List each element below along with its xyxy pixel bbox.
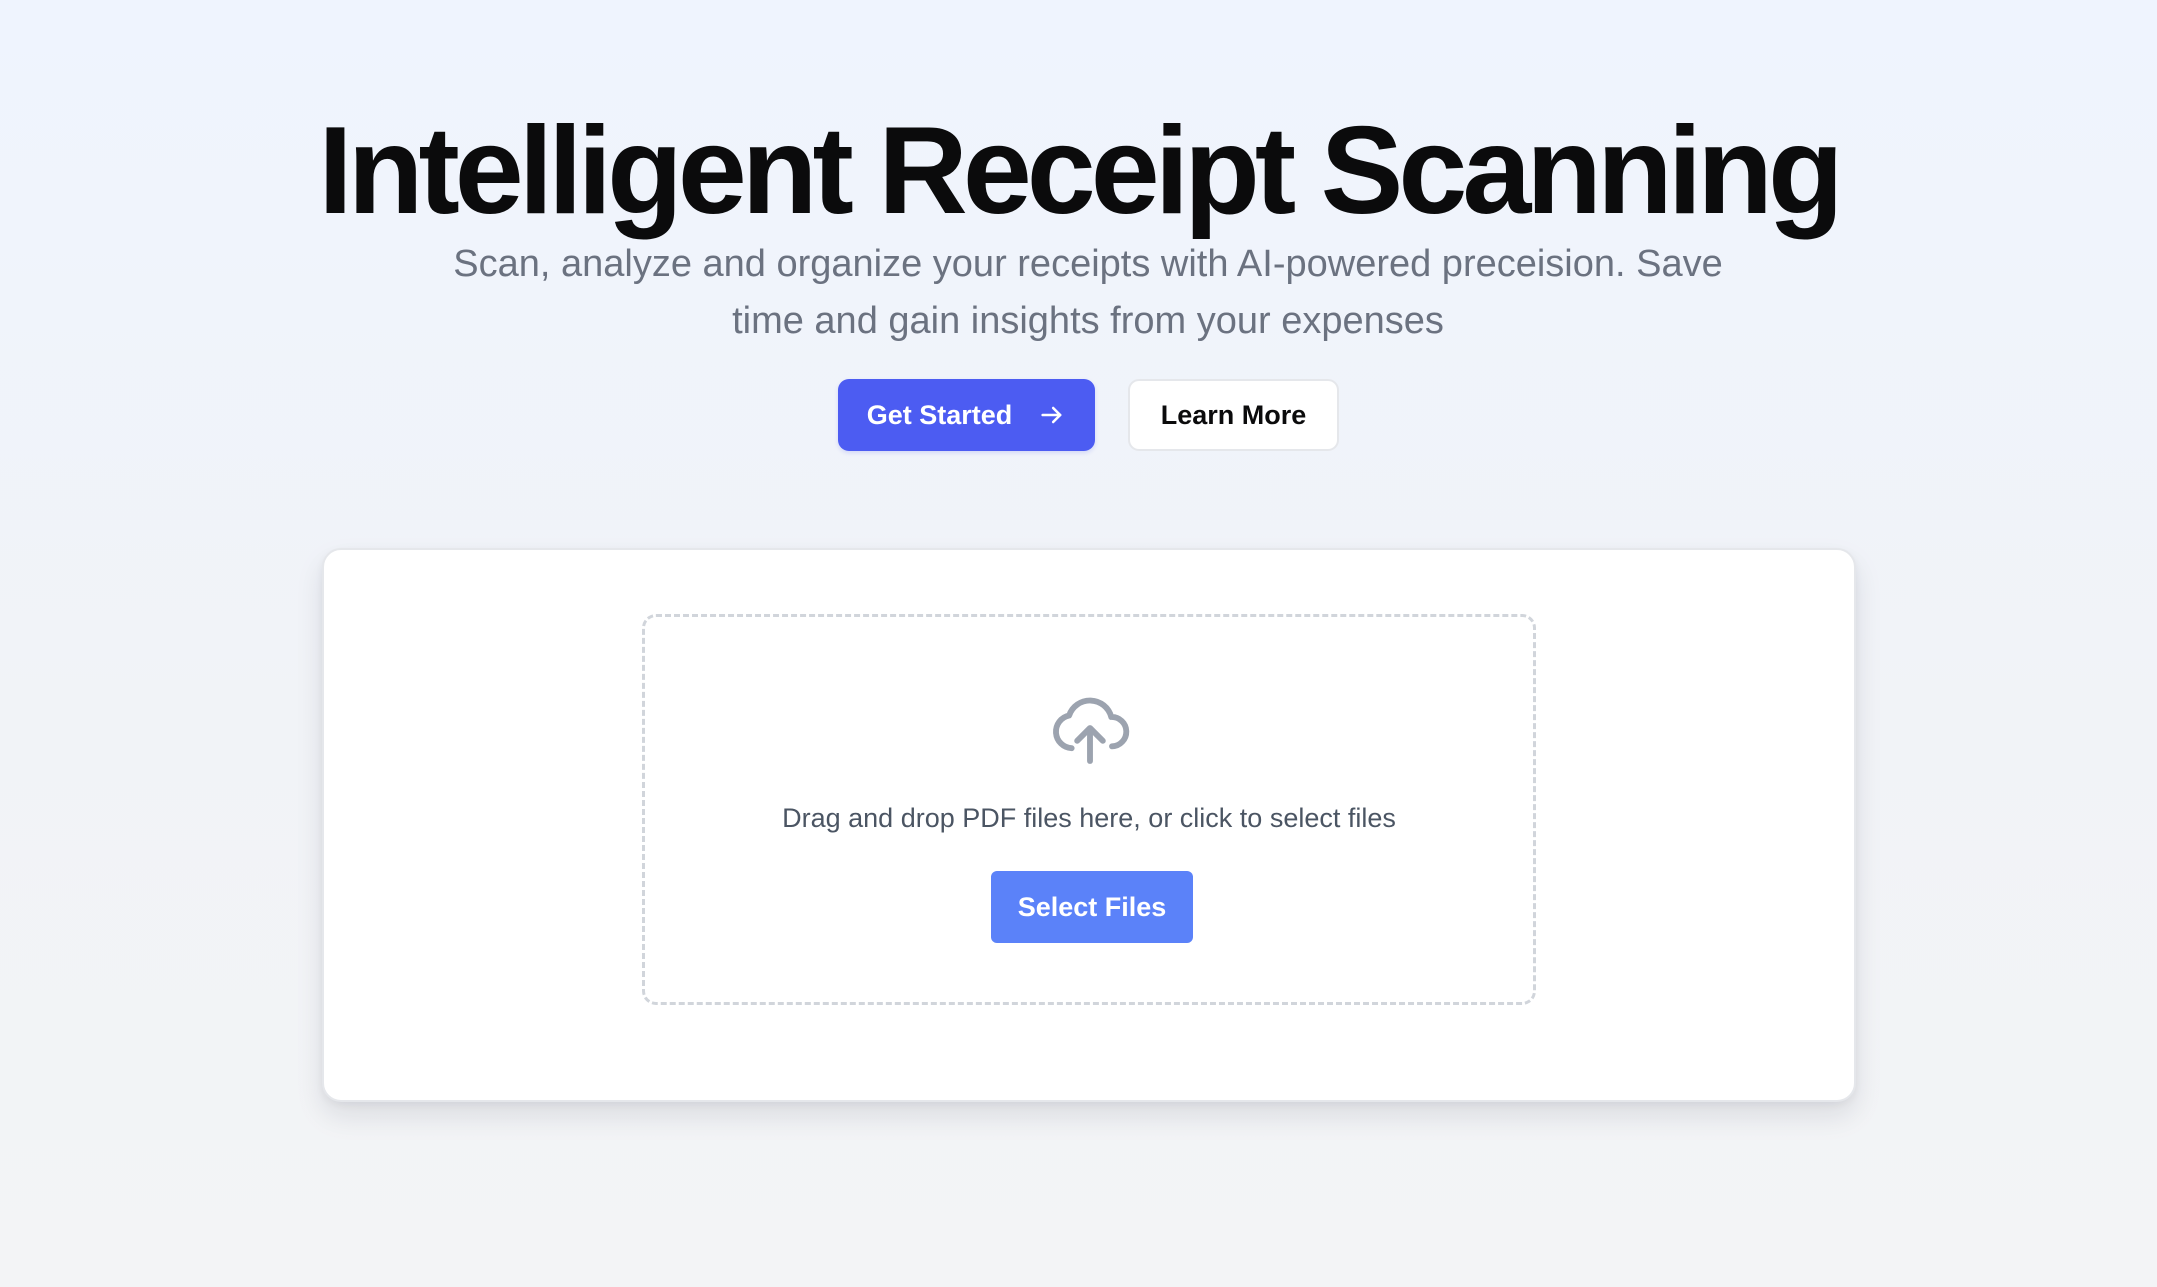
learn-more-label: Learn More — [1160, 399, 1307, 430]
dropzone-instruction: Drag and drop PDF files here, or click t… — [782, 803, 1396, 833]
upload-card: Drag and drop PDF files here, or click t… — [322, 548, 1856, 1102]
get-started-button[interactable]: Get Started — [838, 379, 1095, 451]
cloud-upload-icon — [1046, 684, 1134, 772]
arrow-right-icon — [1038, 401, 1066, 429]
file-dropzone[interactable]: Drag and drop PDF files here, or click t… — [642, 614, 1536, 1005]
hero-subtitle: Scan, analyze and organize your receipts… — [453, 243, 1723, 342]
page-title: Intelligent Receipt Scanning — [318, 102, 1843, 240]
get-started-label: Get Started — [866, 399, 1013, 430]
learn-more-button[interactable]: Learn More — [1128, 379, 1339, 451]
select-files-button[interactable]: Select Files — [991, 871, 1193, 943]
